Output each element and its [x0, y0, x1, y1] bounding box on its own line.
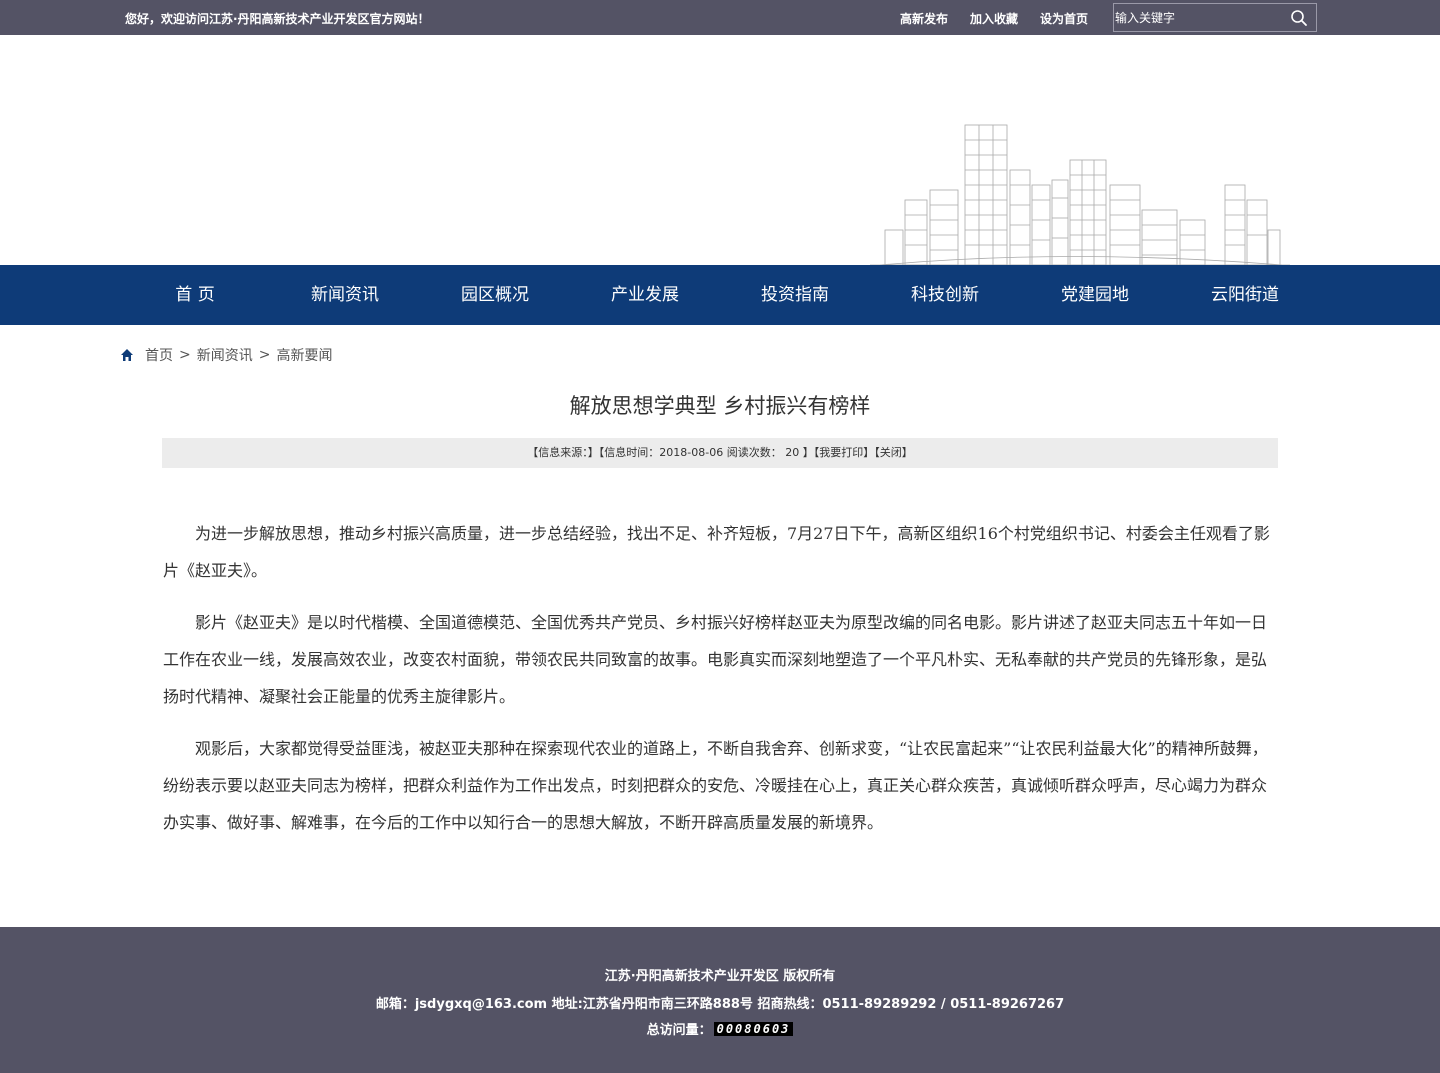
breadcrumb-home[interactable]: 首页 [145, 345, 173, 365]
top-link-homepage[interactable]: 设为首页 [1040, 10, 1088, 27]
nav-item-investment[interactable]: 投资指南 [720, 265, 870, 325]
main-nav: 首 页 新闻资讯 园区概况 产业发展 投资指南 科技创新 党建园地 云阳街道 [0, 265, 1440, 325]
home-icon[interactable] [120, 348, 134, 362]
footer: 江苏·丹阳高新技术产业开发区 版权所有 邮箱：jsdygxq@163.com 地… [0, 927, 1440, 1073]
nav-item-home[interactable]: 首 页 [120, 265, 270, 325]
footer-visits: 总访问量： 00080603 [0, 1019, 1440, 1038]
nav-item-park-overview[interactable]: 园区概况 [420, 265, 570, 325]
nav-item-innovation[interactable]: 科技创新 [870, 265, 1020, 325]
article-paragraph: 为进一步解放思想，推动乡村振兴高质量，进一步总结经验，找出不足、补齐短板，7月2… [163, 524, 1270, 580]
breadcrumb-headlines[interactable]: 高新要闻 [276, 345, 332, 365]
footer-contact: 邮箱：jsdygxq@163.com 地址:江苏省丹阳市南三环路888号 招商热… [375, 997, 1065, 1012]
article-content: 为进一步解放思想，推动乡村振兴高质量，进一步总结经验，找出不足、补齐短板，7月2… [163, 515, 1279, 856]
meta-source: 【信息来源：】 [527, 446, 599, 459]
top-links: 高新发布 加入收藏 设为首页 [900, 10, 1110, 27]
visits-counter: 00080603 [713, 1021, 794, 1036]
search-box [1113, 3, 1317, 32]
print-link[interactable]: 【我要打印】 [814, 446, 875, 459]
nav-item-party[interactable]: 党建园地 [1020, 265, 1170, 325]
visits-label: 总访问量： [646, 1023, 712, 1038]
article-paragraph: 观影后，大家都觉得受益匪浅，被赵亚夫那种在探索现代农业的道路上，不断自我舍弃、创… [163, 739, 1268, 832]
article-title: 解放思想学典型 乡村振兴有榜样 [569, 394, 871, 418]
footer-copyright: 江苏·丹阳高新技术产业开发区 版权所有 [604, 969, 836, 984]
search-input[interactable] [1114, 4, 1286, 31]
nav-item-news[interactable]: 新闻资讯 [270, 265, 420, 325]
article-paragraph: 影片《赵亚夫》是以时代楷模、全国道德模范、全国优秀共产党员、乡村振兴好榜样赵亚夫… [163, 613, 1268, 706]
article-meta: 【信息来源：】【信息时间：2018-08-06 阅读次数： 20 】【我要打印】… [162, 438, 1278, 468]
magnifier-icon[interactable] [1290, 9, 1308, 27]
banner [0, 35, 1440, 265]
close-link[interactable]: 【关闭】 [874, 446, 913, 459]
nav-item-industry[interactable]: 产业发展 [570, 265, 720, 325]
cityscape-illustration [870, 124, 1290, 265]
breadcrumb-separator: > [258, 347, 271, 363]
nav-item-yunyang[interactable]: 云阳街道 [1170, 265, 1320, 325]
breadcrumb-news[interactable]: 新闻资讯 [197, 345, 253, 365]
breadcrumb: 首页 > 新闻资讯 > 高新要闻 [120, 345, 332, 365]
top-bar: 您好，欢迎访问江苏·丹阳高新技术产业开发区官方网站！ 高新发布 加入收藏 设为首… [0, 0, 1440, 35]
breadcrumb-separator: > [179, 347, 191, 363]
top-link-favorite[interactable]: 加入收藏 [970, 10, 1018, 27]
welcome-text: 您好，欢迎访问江苏·丹阳高新技术产业开发区官方网站！ [125, 12, 430, 26]
meta-time-views: 【信息时间：2018-08-06 阅读次数： 20 】 [598, 446, 814, 459]
top-link-release[interactable]: 高新发布 [900, 10, 948, 27]
